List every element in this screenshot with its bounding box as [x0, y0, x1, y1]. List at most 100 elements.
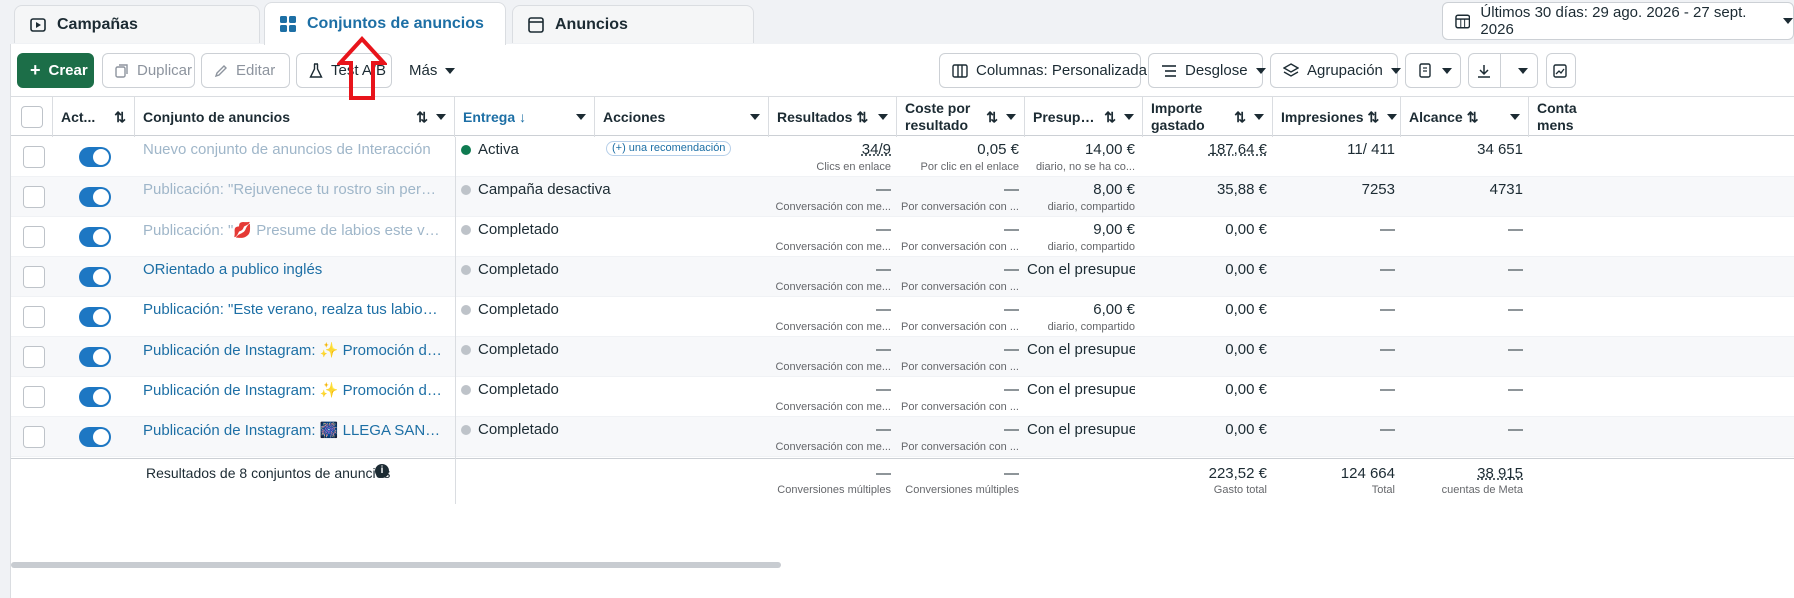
ad-set-name-link[interactable]: Publicación de Instagram: 🎆 LLEGA SAN JU… [143, 421, 443, 439]
impressions-value: — [1380, 221, 1395, 238]
row-checkbox[interactable] [23, 146, 45, 168]
chevron-down-icon [1390, 67, 1401, 74]
cost-value: — [1004, 181, 1019, 198]
status-dot-icon [461, 305, 471, 315]
table-row[interactable]: Publicación de Instagram: ✨ Promoción de… [11, 337, 1794, 377]
table-row[interactable]: Publicación de Instagram: 🎆 LLEGA SAN JU… [11, 417, 1794, 457]
ad-set-name-link[interactable]: Nuevo conjunto de anuncios de Interacció… [143, 141, 443, 158]
ad-set-name-link[interactable]: Publicación: "Este verano, realza tus la… [143, 301, 443, 318]
column-header-budget[interactable]: Presupue... ⇅ [1025, 97, 1143, 137]
ad-set-name-link[interactable]: Publicación de Instagram: ✨ Promoción de… [143, 381, 443, 399]
column-header-active[interactable]: Act... ⇅ [53, 97, 135, 137]
row-checkbox[interactable] [23, 426, 45, 448]
column-header-actions[interactable]: Acciones [595, 97, 769, 137]
breakdown-label: Desglose [1185, 62, 1248, 79]
summary-impressions-sub: Total [1371, 484, 1395, 496]
active-toggle[interactable] [79, 187, 111, 207]
sort-icon: ⇅ [114, 108, 126, 125]
column-header-impressions[interactable]: Impresiones ⇅ [1273, 97, 1401, 137]
row-checkbox[interactable] [23, 346, 45, 368]
column-label: Conta mens [1537, 100, 1577, 133]
tab-bar: Campañas Conjuntos de anuncios Anuncios … [0, 0, 1794, 48]
delivery-status: Activa [478, 141, 519, 158]
report-icon [1419, 62, 1431, 78]
duplicate-button[interactable]: Duplicar [102, 53, 195, 88]
table-row[interactable]: Publicación de Instagram: ✨ Promoción de… [11, 377, 1794, 417]
column-header-reach[interactable]: Alcance ⇅ [1401, 97, 1529, 137]
ad-set-name-link[interactable]: Publicación: "💋 Presume de labios este v… [143, 221, 443, 239]
view-charts-button[interactable] [1546, 53, 1576, 88]
more-button[interactable]: Más [396, 53, 462, 88]
tab-ads[interactable]: Anuncios [512, 5, 754, 43]
ad-set-name-link[interactable]: ORientado a publico inglés [143, 261, 443, 278]
active-toggle[interactable] [79, 427, 111, 447]
edit-label: Editar [236, 62, 276, 79]
create-button[interactable]: + Crear [17, 53, 94, 88]
spent-value: 0,00 € [1225, 221, 1267, 238]
table-row[interactable]: Publicación: "Rejuvenece tu rostro sin p… [11, 177, 1794, 217]
reach-value: 4731 [1489, 181, 1523, 198]
sort-icon: ⇅ [1104, 108, 1116, 125]
table-row[interactable]: ORientado a publico inglés Completado — … [11, 257, 1794, 297]
table-row[interactable]: Publicación: "Este verano, realza tus la… [11, 297, 1794, 337]
row-checkbox[interactable] [23, 186, 45, 208]
cost-value: — [1004, 261, 1019, 278]
column-label: Conjunto de anuncios [143, 108, 290, 125]
impressions-value: — [1380, 421, 1395, 438]
chart-icon [1553, 63, 1567, 78]
row-checkbox[interactable] [23, 306, 45, 328]
campaign-icon [30, 17, 46, 32]
date-range-picker[interactable]: Últimos 30 días: 29 ago. 2026 - 27 sept.… [1442, 2, 1794, 40]
row-checkbox[interactable] [23, 266, 45, 288]
grouping-button[interactable]: Agrupación [1270, 53, 1401, 88]
chevron-down-icon [750, 114, 760, 120]
recommendation-badge[interactable]: (+) una recomendación [606, 141, 732, 156]
column-header-cost-per-result[interactable]: Coste por resultado ⇅ [897, 97, 1025, 137]
active-toggle[interactable] [79, 307, 111, 327]
summary-spent-sub: Gasto total [1213, 484, 1267, 496]
reach-value: — [1508, 301, 1523, 318]
horizontal-scrollbar[interactable] [11, 562, 781, 568]
column-header-results[interactable]: Resultados ⇅ [769, 97, 897, 137]
table-row[interactable]: Publicación: "💋 Presume de labios este v… [11, 217, 1794, 257]
breakdown-button[interactable]: Desglose [1148, 53, 1266, 88]
active-toggle[interactable] [79, 387, 111, 407]
reports-button[interactable] [1405, 53, 1461, 88]
cost-sub: Por conversación con ... [900, 321, 1019, 333]
column-header-contacts[interactable]: Conta mens [1529, 97, 1794, 137]
active-toggle[interactable] [79, 147, 111, 167]
active-toggle[interactable] [79, 227, 111, 247]
tab-ad-sets-label: Conjuntos de anuncios [307, 15, 484, 32]
edit-button[interactable]: Editar [201, 53, 290, 88]
info-icon[interactable]: i [375, 464, 389, 478]
ad-icon [528, 16, 544, 33]
column-header-amount-spent[interactable]: Importe gastado ⇅ [1143, 97, 1273, 137]
columns-label: Columnas: Personalizada [976, 62, 1147, 79]
status-dot-icon [461, 225, 471, 235]
column-label: Presupue... [1033, 108, 1100, 125]
cost-sub: Por conversación con ... [900, 401, 1019, 413]
delivery-status: Completado [478, 341, 559, 358]
active-toggle[interactable] [79, 347, 111, 367]
sort-icon: ⇅ [1234, 108, 1246, 125]
reach-value: — [1508, 261, 1523, 278]
create-label: Crear [48, 62, 88, 79]
export-dropdown[interactable] [1509, 67, 1537, 74]
active-toggle[interactable] [79, 267, 111, 287]
columns-icon [952, 63, 968, 78]
row-checkbox[interactable] [23, 226, 45, 248]
summary-row: Resultados de 8 conjuntos de anuncios i … [11, 458, 1794, 504]
delivery-status: Completado [478, 301, 559, 318]
ad-set-name-link[interactable]: Publicación: "Rejuvenece tu rostro sin p… [143, 181, 443, 198]
column-header-delivery[interactable]: Entrega ↓ [455, 97, 595, 137]
budget-sub: diario, compartido [1047, 201, 1135, 213]
row-checkbox[interactable] [23, 386, 45, 408]
table-row[interactable]: Nuevo conjunto de anuncios de Interacció… [11, 137, 1794, 177]
export-button[interactable] [1468, 53, 1538, 88]
tab-campaigns[interactable]: Campañas [14, 5, 260, 43]
column-header-name[interactable]: Conjunto de anuncios ⇅ [135, 97, 455, 137]
select-all-checkbox[interactable] [21, 106, 43, 128]
impressions-value: — [1380, 301, 1395, 318]
ad-set-name-link[interactable]: Publicación de Instagram: ✨ Promoción de… [143, 341, 443, 359]
columns-button[interactable]: Columnas: Personalizada [939, 53, 1165, 88]
